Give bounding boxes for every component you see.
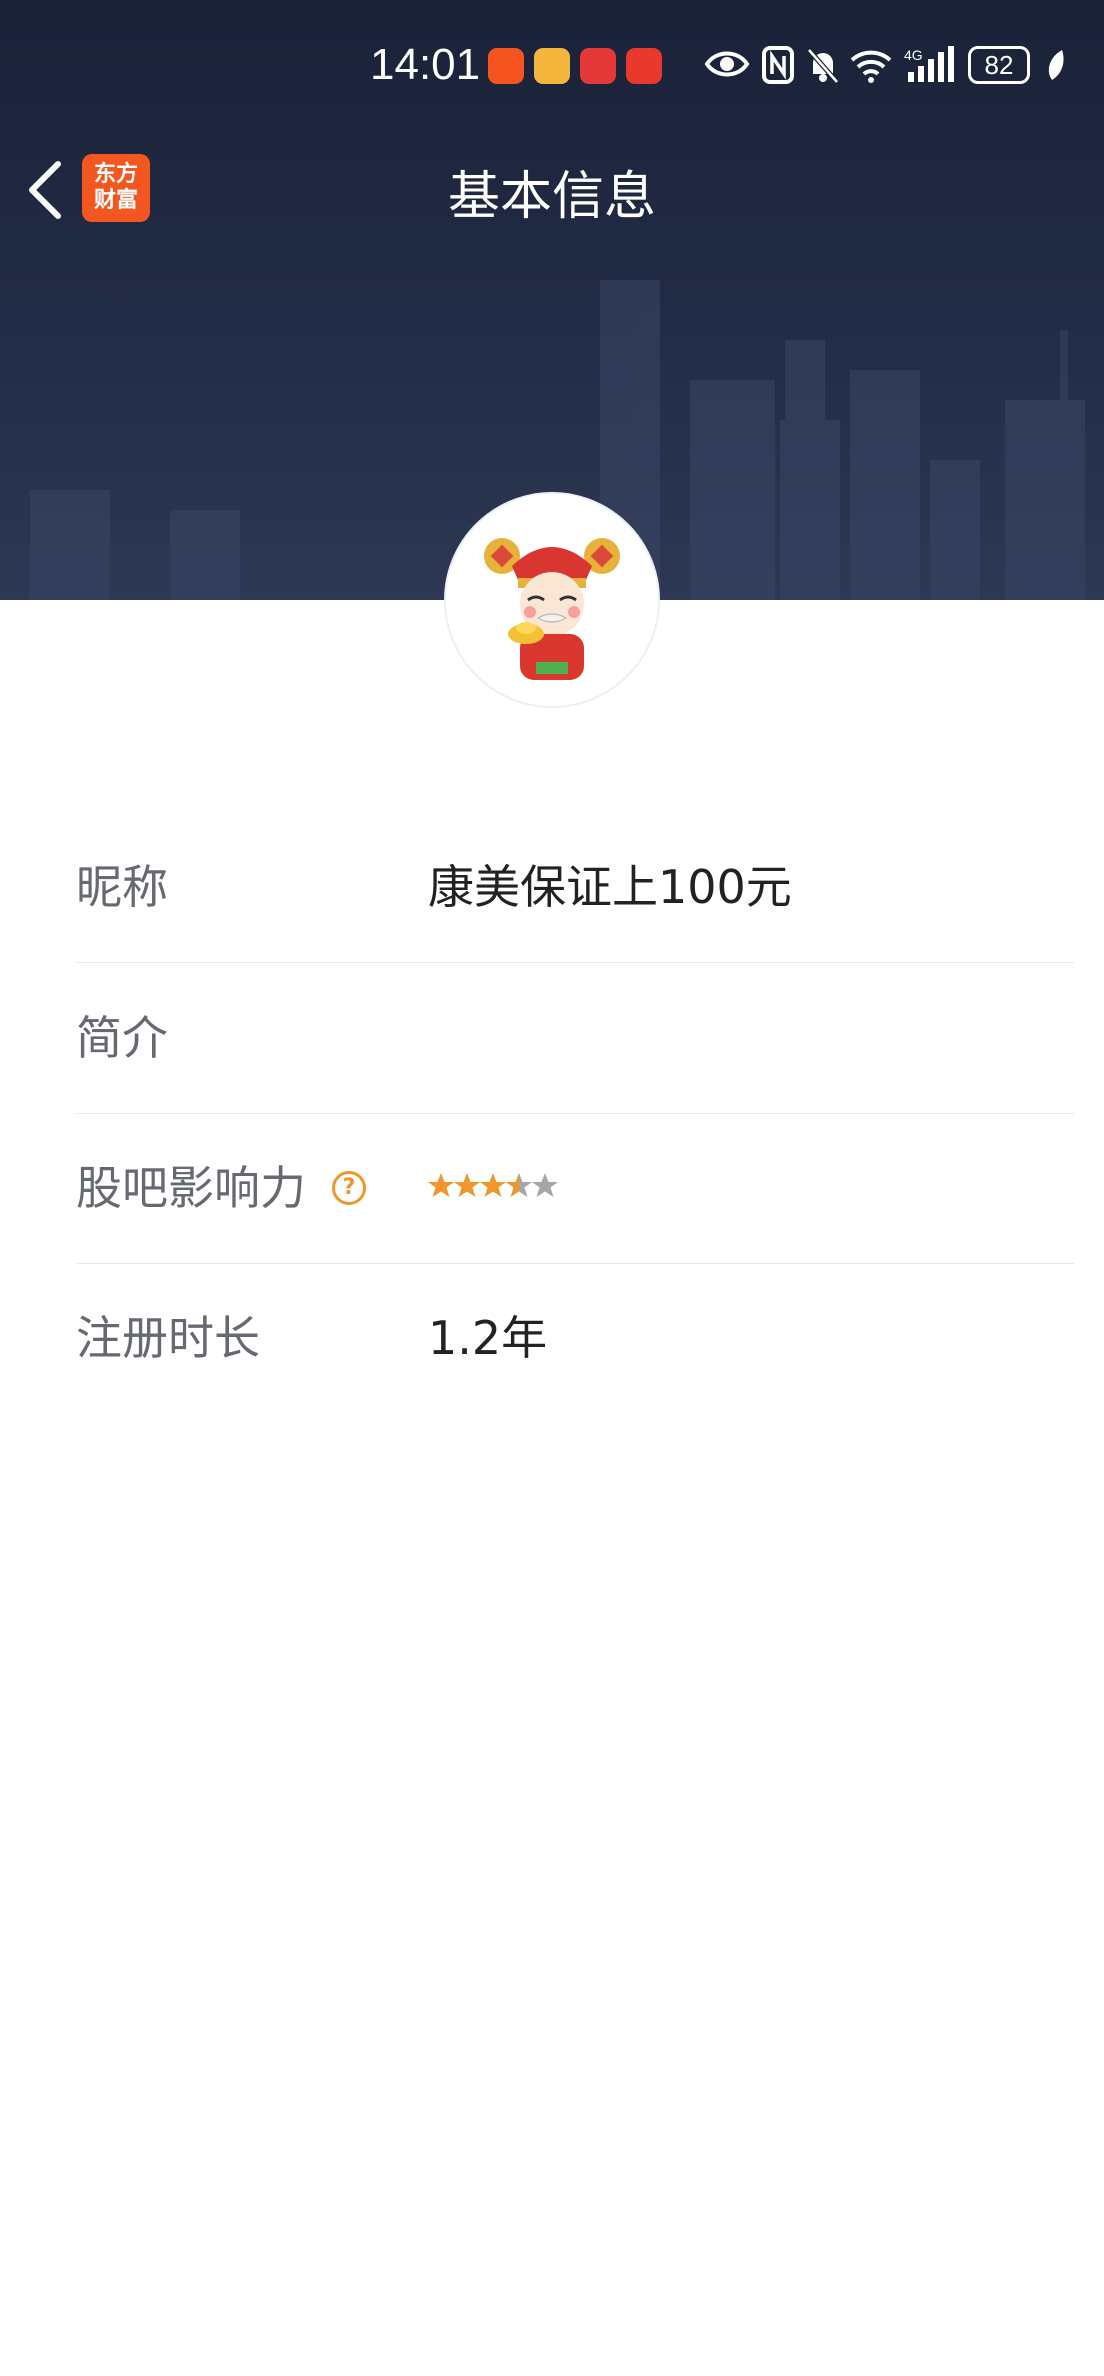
- svg-text:4G: 4G: [904, 47, 923, 63]
- nfc-icon: [762, 46, 794, 84]
- nickname-row: 昵称 康美保证上100元: [76, 812, 1074, 963]
- avatar[interactable]: [446, 494, 658, 706]
- registration-duration-row: 注册时长 1.2年: [76, 1263, 1074, 1413]
- mute-bell-icon: [807, 48, 839, 84]
- cellular-signal-icon: 4G: [904, 46, 954, 82]
- star-icon: [428, 1173, 454, 1197]
- star-empty-icon: [532, 1173, 558, 1197]
- eye-icon: [704, 51, 750, 77]
- video-app-icon: [626, 48, 662, 84]
- help-question-icon[interactable]: ?: [332, 1171, 366, 1205]
- nav-bar: 东方 财富 基本信息: [0, 140, 1104, 240]
- fortune-god-avatar-image: [484, 538, 620, 680]
- star-icon: [480, 1173, 506, 1197]
- star-icon: [454, 1173, 480, 1197]
- weibo-icon: [534, 48, 570, 84]
- leaf-icon: [1048, 50, 1064, 80]
- influence-label: 股吧影响力: [76, 1161, 306, 1215]
- star-half-icon: [506, 1173, 532, 1197]
- influence-row: 股吧影响力 ?: [76, 1113, 1074, 1264]
- bio-row[interactable]: 简介: [76, 963, 1074, 1114]
- wifi-icon: [850, 50, 892, 83]
- app-notification-icon: [488, 48, 524, 84]
- page-title: 基本信息: [447, 167, 656, 227]
- nickname-label: 昵称: [76, 860, 168, 914]
- nickname-value: 康美保证上100元: [428, 860, 792, 914]
- music-app-icon: [580, 48, 616, 84]
- status-time: 14:01: [370, 40, 481, 89]
- registration-duration-value: 1.2年: [428, 1311, 548, 1365]
- bio-label: 简介: [76, 1011, 168, 1065]
- influence-star-rating: [428, 1173, 558, 1197]
- status-bar: 14:01 4G 82: [0, 0, 1104, 136]
- battery-indicator: 82: [968, 46, 1030, 84]
- registration-duration-label: 注册时长: [76, 1311, 260, 1365]
